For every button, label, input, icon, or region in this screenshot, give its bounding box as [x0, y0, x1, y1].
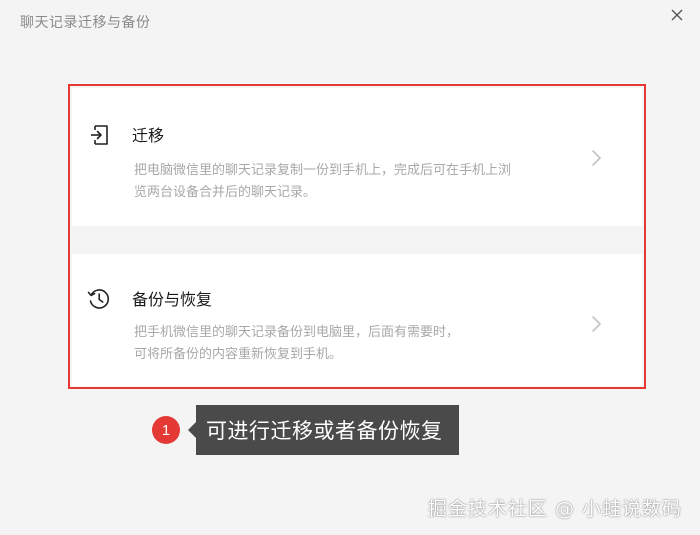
close-icon: [671, 9, 683, 21]
export-icon: [91, 125, 108, 145]
migrate-description-line-1: 把电脑微信里的聊天记录复制一份到手机上，完成后可在手机上浏: [134, 163, 512, 178]
backup-restore-title: 备份与恢复: [132, 290, 213, 309]
backup-restore-option[interactable]: 备份与恢复 把手机微信里的聊天记录备份到电脑里，后面有需要时， 可将所备份的内容…: [72, 254, 642, 386]
close-button[interactable]: [666, 4, 688, 26]
backup-restore-description: 把手机微信里的聊天记录备份到电脑里，后面有需要时， 可将所备份的内容重新恢复到手…: [134, 322, 584, 366]
history-clock-icon: [87, 289, 110, 309]
options-highlight-frame: 迁移 把电脑微信里的聊天记录复制一份到手机上，完成后可在手机上浏 览两台设备合并…: [68, 84, 646, 389]
chevron-right-icon: [592, 150, 601, 166]
migrate-description: 把电脑微信里的聊天记录复制一份到手机上，完成后可在手机上浏 览两台设备合并后的聊…: [134, 160, 584, 204]
migrate-option[interactable]: 迁移 把电脑微信里的聊天记录复制一份到手机上，完成后可在手机上浏 览两台设备合并…: [72, 88, 642, 226]
annotation-callout: 1 可进行迁移或者备份恢复: [152, 405, 459, 455]
callout-pointer: [188, 422, 196, 438]
annotation-text: 可进行迁移或者备份恢复: [196, 405, 459, 455]
migrate-description-line-2: 览两台设备合并后的聊天记录。: [134, 185, 317, 200]
migrate-title: 迁移: [132, 126, 165, 145]
dialog-title: 聊天记录迁移与备份: [20, 15, 151, 31]
watermark: 掘金技术社区 @ 小蛙说数码: [427, 498, 682, 520]
backup-description-line-1: 把手机微信里的聊天记录备份到电脑里，后面有需要时，: [134, 325, 460, 340]
migration-backup-dialog: 聊天记录迁移与备份 迁移 把电脑微信里的聊天记录复制一份到手机上，完成后可在手机…: [0, 0, 700, 535]
step-number-badge: 1: [152, 416, 180, 444]
chevron-right-icon: [592, 316, 601, 332]
backup-description-line-2: 可将所备份的内容重新恢复到手机。: [134, 347, 343, 362]
